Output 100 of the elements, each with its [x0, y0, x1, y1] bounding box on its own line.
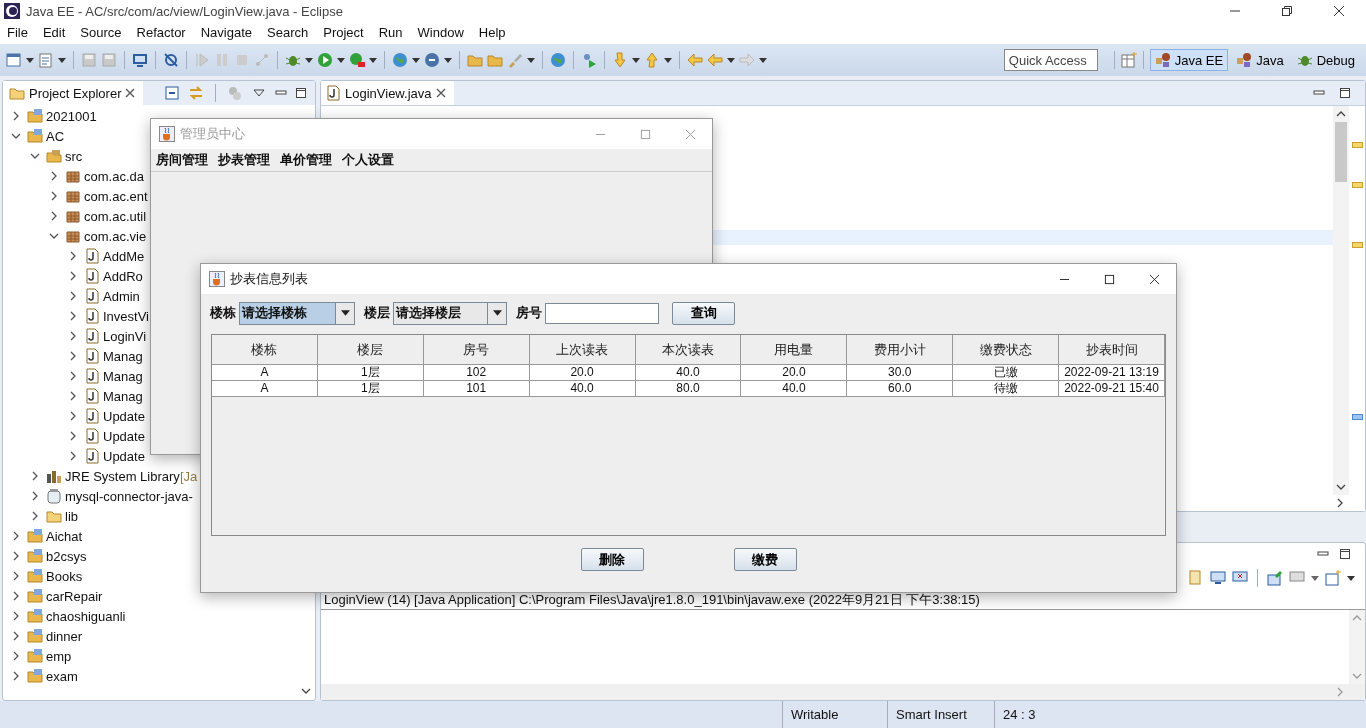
close-icon[interactable]	[435, 88, 446, 98]
caret-icon[interactable]	[305, 57, 313, 63]
chevron-right-icon[interactable]	[68, 311, 78, 321]
menu-item[interactable]: Project	[323, 24, 364, 40]
menu-item[interactable]: Run	[378, 24, 403, 40]
tree-item[interactable]: Books	[3, 566, 83, 586]
chevron-right-icon[interactable]	[11, 611, 21, 621]
chevron-down-icon[interactable]	[11, 131, 21, 141]
building-combo[interactable]: 请选择楼栋	[239, 301, 355, 325]
crossed-circle-icon[interactable]	[163, 52, 179, 68]
tree-item[interactable]: chaoshiguanli	[3, 606, 126, 626]
dialog-button[interactable]: 缴费	[733, 548, 797, 571]
chevron-right-icon[interactable]	[11, 631, 21, 641]
column-header[interactable]: 本次读表	[635, 335, 742, 365]
caret-icon[interactable]	[1311, 575, 1319, 581]
close-icon[interactable]	[125, 88, 136, 98]
tree-item[interactable]: b2csys	[3, 546, 87, 566]
monitor-icon[interactable]	[132, 52, 148, 68]
tree-item[interactable]: src	[3, 146, 83, 166]
tree-item[interactable]: Aichat	[3, 526, 83, 546]
tree-item[interactable]: dinner	[3, 626, 83, 646]
maximize-icon[interactable]	[1339, 87, 1351, 99]
caret-icon[interactable]	[412, 57, 420, 63]
menu-item[interactable]: Help	[478, 24, 506, 40]
chevron-right-icon[interactable]	[30, 471, 40, 481]
column-header[interactable]: 楼栋	[212, 335, 318, 365]
tree-item[interactable]: Manag	[3, 366, 143, 386]
chevron-right-icon[interactable]	[30, 491, 40, 501]
chevron-right-icon[interactable]	[68, 431, 78, 441]
chevron-right-icon[interactable]	[11, 111, 21, 121]
close-icon[interactable]	[1149, 273, 1160, 285]
chevron-right-icon[interactable]	[49, 171, 59, 181]
vertical-scrollbar[interactable]	[1333, 106, 1349, 495]
monitor-icon[interactable]	[1210, 570, 1226, 586]
nodes-icon[interactable]	[254, 52, 270, 68]
scroll-down-icon[interactable]	[1336, 482, 1346, 492]
tree-item[interactable]: com.ac.ent	[3, 186, 148, 206]
chevron-right-icon[interactable]	[68, 331, 78, 341]
column-header[interactable]: 抄表时间	[1059, 335, 1165, 365]
scroll-right-icon[interactable]	[1335, 498, 1345, 508]
editor-tab[interactable]: LoginView.java	[321, 81, 454, 105]
play-icon[interactable]	[349, 52, 365, 68]
tree-item[interactable]: lib	[3, 506, 78, 526]
tree-item[interactable]: carRepair	[3, 586, 103, 606]
tree-item[interactable]: Admin	[3, 286, 140, 306]
tree-item[interactable]: Update	[3, 446, 145, 466]
chevron-right-icon[interactable]	[68, 451, 78, 461]
tree-item[interactable]: exam	[3, 666, 78, 686]
caret-icon[interactable]	[632, 57, 640, 63]
chevron-right-icon[interactable]	[11, 551, 21, 561]
chevron-right-icon[interactable]	[11, 671, 21, 681]
chevron-down-icon[interactable]	[49, 231, 59, 241]
menu-item[interactable]: Search	[267, 24, 309, 40]
tree-item[interactable]: mysql-connector-java-	[3, 486, 193, 506]
column-header[interactable]: 楼层	[317, 335, 424, 365]
window-icon[interactable]	[6, 52, 22, 68]
globe-icon[interactable]	[550, 52, 566, 68]
tree-item[interactable]: com.ac.util	[3, 206, 147, 226]
chevron-right-icon[interactable]	[68, 391, 78, 401]
tree-item[interactable]: Manag	[3, 346, 143, 366]
menu-item[interactable]: Source	[80, 24, 122, 40]
tree-item[interactable]: AddMe	[3, 246, 145, 266]
tree-item[interactable]: AC	[3, 126, 65, 146]
chevron-down-icon[interactable]	[30, 151, 40, 161]
close-icon[interactable]	[1333, 5, 1345, 17]
menu-item[interactable]: 房间管理	[156, 151, 208, 169]
maximize-icon[interactable]	[295, 87, 307, 99]
perspective-button[interactable]: Java EE	[1149, 49, 1229, 71]
menu-item[interactable]: File	[7, 24, 28, 40]
caret-icon[interactable]	[1347, 575, 1355, 581]
dialog-button[interactable]: 删除	[580, 548, 644, 571]
chevron-right-icon[interactable]	[11, 591, 21, 601]
open-perspective-icon[interactable]	[1120, 52, 1137, 68]
tree-item[interactable]: com.ac.vie	[3, 226, 147, 246]
chevron-right-icon[interactable]	[49, 191, 59, 201]
tree-item[interactable]: Update	[3, 426, 145, 446]
pin-icon[interactable]	[1267, 570, 1283, 586]
quick-access-field[interactable]: Quick Access	[1003, 49, 1098, 71]
column-header[interactable]: 用电量	[741, 335, 848, 365]
chevron-right-icon[interactable]	[68, 351, 78, 361]
column-header[interactable]: 上次读表	[529, 335, 636, 365]
caret-icon[interactable]	[759, 57, 767, 63]
column-header[interactable]: 费用小计	[847, 335, 954, 365]
tree-item[interactable]: Update	[3, 406, 145, 426]
restore-icon[interactable]	[1281, 5, 1293, 17]
menu-item[interactable]: Refactor	[136, 24, 186, 40]
chevron-right-icon[interactable]	[30, 511, 40, 521]
search-button[interactable]: 查询	[672, 301, 735, 325]
room-field[interactable]	[545, 302, 659, 324]
scroll-up-icon[interactable]	[1336, 109, 1346, 119]
maximize-icon[interactable]	[1104, 273, 1115, 285]
tree-item[interactable]: 2021001	[3, 106, 97, 126]
collapse-all-icon[interactable]	[164, 85, 180, 101]
tree-item[interactable]: emp	[3, 646, 72, 666]
chevron-right-icon[interactable]	[68, 411, 78, 421]
chevron-right-icon[interactable]	[11, 531, 21, 541]
menu-item[interactable]: 抄表管理	[218, 151, 270, 169]
view-tab[interactable]: Project Explorer	[3, 81, 144, 105]
chevron-right-icon[interactable]	[11, 651, 21, 661]
chevron-right-icon[interactable]	[11, 571, 21, 581]
